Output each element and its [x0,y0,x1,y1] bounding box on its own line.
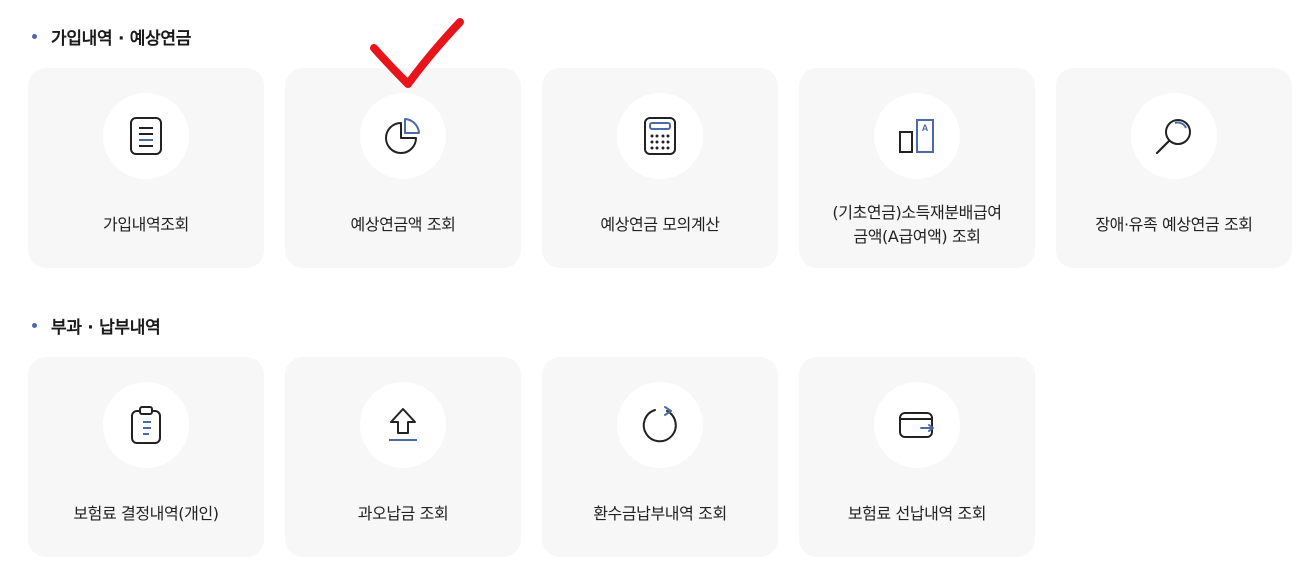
card-subscription-history[interactable]: 가입내역조회 [28,68,264,268]
icon-circle [617,93,703,179]
card-disability-survivor-pension[interactable]: 장애·유족 예상연금 조회 [1056,68,1292,268]
card-label: 예상연금액 조회 [350,215,456,234]
icon-circle [103,382,189,468]
card-label: 예상연금 모의계산 [600,215,720,234]
icon-circle [874,382,960,468]
card-label: 과오납금 조회 [357,504,449,523]
card-prepayment[interactable]: 보험료 선납내역 조회 [799,357,1035,557]
icon-circle [617,382,703,468]
upload-arrow-icon [389,408,417,441]
card-a-value-benefit[interactable]: A (기초연금)소득재분배급여 금액(A급여액) 조회 [799,68,1035,268]
clipboard-icon [131,406,161,444]
card-pension-simulation[interactable]: 예상연금 모의계산 [542,68,778,268]
svg-text:A: A [922,123,929,133]
document-icon [130,117,162,155]
card-label: 가입내역조회 [103,215,189,234]
card-label: 장애·유족 예상연금 조회 [1095,215,1253,234]
icon-circle [360,382,446,468]
card-label-line2: 금액(A급여액) 조회 [853,227,981,246]
bullet-icon [32,34,37,39]
card-label: (기초연금)소득재분배급여 금액(A급여액) 조회 [799,198,1035,252]
card-overpayment[interactable]: 과오납금 조회 [285,357,521,557]
magnifier-icon [1155,119,1191,155]
section-title-label: 가입내역 · 예상연금 [51,29,192,49]
icon-circle [103,93,189,179]
card-premium-decision[interactable]: 보험료 결정내역(개인) [28,357,264,557]
check-mark-annotation [370,18,464,88]
wallet-icon [899,412,934,438]
card-expected-pension[interactable]: 예상연금액 조회 [285,68,521,268]
icon-circle: A [874,93,960,179]
card-label: 보험료 선납내역 조회 [847,504,987,523]
calculator-icon [644,117,676,155]
card-refund-payment[interactable]: 환수금납부내역 조회 [542,357,778,557]
section-title-billing: 부과 · 납부내역 [32,313,161,338]
bullet-icon [32,323,37,328]
pie-chart-icon [385,118,420,154]
a-value-chart-icon: A [899,119,934,153]
card-grid-subscription: 가입내역조회 예상연금액 조회 예상연금 모의계산 A (기초연금)소득재분배급… [28,68,1292,268]
section-title-subscription: 가입내역 · 예상연금 [32,24,191,49]
card-label: 보험료 결정내역(개인) [73,504,219,523]
section-title-label: 부과 · 납부내역 [51,318,161,338]
icon-circle [1131,93,1217,179]
card-label-line1: (기초연금)소득재분배급여 [832,203,1002,222]
icon-circle [360,93,446,179]
card-label: 환수금납부내역 조회 [593,504,727,523]
card-grid-billing: 보험료 결정내역(개인) 과오납금 조회 환수금납부내역 조회 보험료 선납내역… [28,357,1035,557]
refresh-icon [642,406,677,443]
